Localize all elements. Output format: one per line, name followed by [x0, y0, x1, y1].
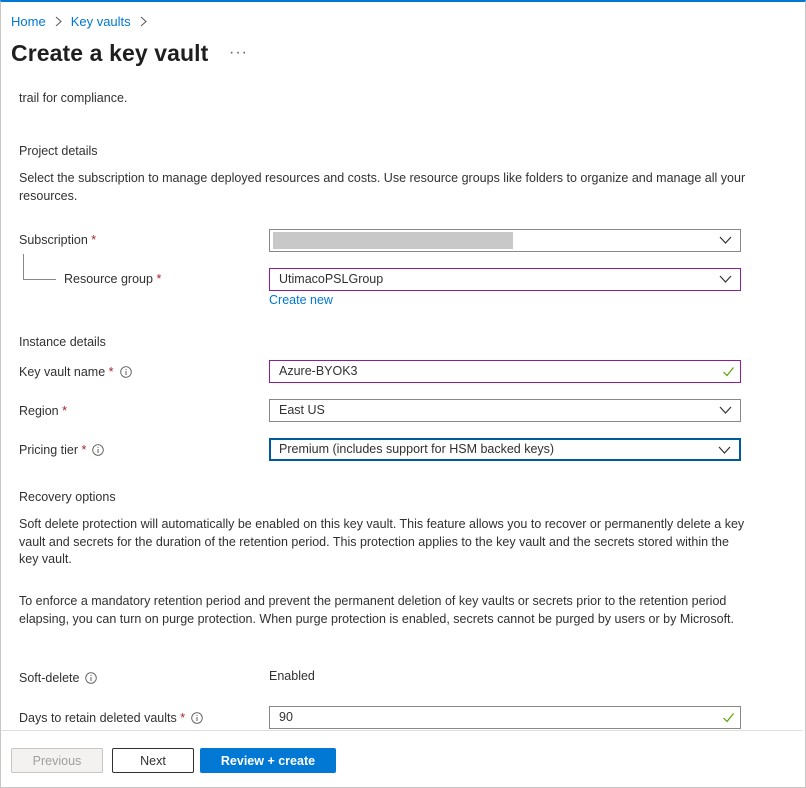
- subscription-label-text: Subscription: [19, 233, 88, 247]
- soft-delete-label-text: Soft-delete: [19, 671, 80, 685]
- chevron-down-icon: [719, 275, 732, 283]
- resource-group-label: Resource group *: [64, 272, 161, 286]
- pricing-tier-value: Premium (includes support for HSM backed…: [279, 442, 555, 456]
- project-details-heading: Project details: [19, 144, 98, 158]
- soft-delete-label: Soft-delete: [19, 671, 98, 685]
- wizard-footer: Previous Next Review + create: [1, 730, 803, 786]
- pricing-tier-select[interactable]: Premium (includes support for HSM backed…: [269, 438, 741, 461]
- key-vault-name-value: Azure-BYOK3: [279, 364, 358, 378]
- redacted-subscription-value: [273, 232, 513, 249]
- required-mark: *: [108, 365, 114, 379]
- tree-connector-horizontal: [23, 279, 56, 280]
- days-to-retain-value: 90: [279, 710, 293, 724]
- subscription-label: Subscription *: [19, 233, 96, 247]
- subscription-select[interactable]: [269, 229, 741, 252]
- days-to-retain-label: Days to retain deleted vaults *: [19, 711, 203, 725]
- chevron-right-icon: [140, 16, 147, 27]
- tree-connector-vertical: [23, 254, 24, 279]
- breadcrumb: Home Key vaults: [11, 14, 156, 29]
- instance-details-heading: Instance details: [19, 335, 106, 349]
- region-value: East US: [279, 403, 325, 417]
- key-vault-name-label: Key vault name *: [19, 365, 132, 379]
- region-select[interactable]: East US: [269, 399, 741, 422]
- checkmark-icon: [723, 367, 734, 377]
- required-mark: *: [91, 233, 97, 247]
- project-details-description: Select the subscription to manage deploy…: [19, 171, 746, 203]
- region-label-text: Region: [19, 404, 59, 418]
- chevron-down-icon: [718, 446, 731, 454]
- required-mark: *: [156, 272, 162, 286]
- info-icon[interactable]: [85, 672, 98, 684]
- key-vault-name-input[interactable]: Azure-BYOK3: [269, 360, 741, 383]
- chevron-down-icon: [719, 236, 732, 244]
- required-mark: *: [81, 443, 87, 457]
- info-icon[interactable]: [119, 366, 132, 378]
- key-vault-name-label-text: Key vault name: [19, 365, 106, 379]
- pricing-tier-label-text: Pricing tier: [19, 443, 79, 457]
- breadcrumb-home[interactable]: Home: [11, 14, 46, 29]
- days-to-retain-label-text: Days to retain deleted vaults: [19, 711, 177, 725]
- next-button[interactable]: Next: [112, 748, 194, 773]
- pricing-tier-label: Pricing tier *: [19, 443, 105, 457]
- intro-trailing-text: trail for compliance.: [19, 91, 128, 105]
- recovery-options-heading: Recovery options: [19, 490, 116, 504]
- chevron-down-icon: [719, 406, 732, 414]
- region-label: Region *: [19, 404, 67, 418]
- checkmark-icon: [723, 713, 734, 723]
- info-icon[interactable]: [191, 712, 203, 724]
- resource-group-label-text: Resource group: [64, 272, 153, 286]
- page-title: Create a key vault: [11, 40, 209, 66]
- resource-group-select[interactable]: UtimacoPSLGroup: [269, 268, 741, 291]
- required-mark: *: [62, 404, 67, 418]
- previous-button[interactable]: Previous: [11, 748, 103, 773]
- days-to-retain-input[interactable]: 90: [269, 706, 741, 729]
- required-mark: *: [180, 711, 186, 725]
- create-new-resource-group-link[interactable]: Create new: [269, 293, 333, 307]
- recovery-soft-delete-description: Soft delete protection will automaticall…: [19, 517, 745, 566]
- review-create-button[interactable]: Review + create: [200, 748, 336, 773]
- soft-delete-value: Enabled: [269, 669, 315, 683]
- info-icon[interactable]: [92, 444, 105, 456]
- chevron-right-icon: [55, 16, 62, 27]
- form-scroll-area[interactable]: trail for compliance. Project details Se…: [1, 86, 803, 729]
- breadcrumb-key-vaults[interactable]: Key vaults: [71, 14, 131, 29]
- resource-group-value: UtimacoPSLGroup: [279, 272, 384, 286]
- recovery-purge-protection-description: To enforce a mandatory retention period …: [19, 594, 734, 626]
- more-options-icon[interactable]: ···: [229, 44, 248, 62]
